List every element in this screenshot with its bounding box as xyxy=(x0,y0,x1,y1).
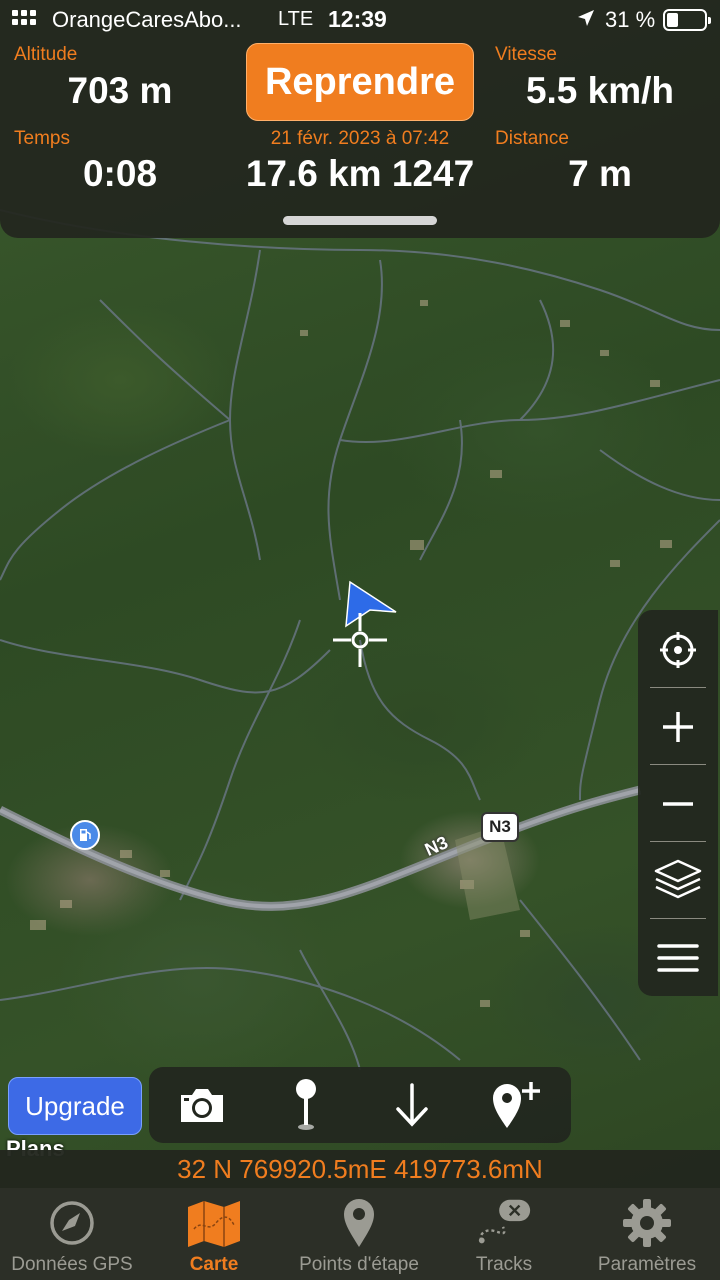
speed-value: 5.5 km/h xyxy=(525,70,675,111)
date-label: 21 févr. 2023 à 07:42 xyxy=(270,128,450,149)
layers-icon xyxy=(654,859,702,899)
waypoint-add-icon xyxy=(493,1082,540,1128)
zoom-out-button[interactable] xyxy=(638,766,718,842)
panel-drag-handle[interactable] xyxy=(283,216,437,225)
battery-percent: 31 % xyxy=(605,7,656,32)
map-controls xyxy=(638,610,718,996)
camera-button[interactable] xyxy=(157,1067,247,1143)
map-toolbar xyxy=(149,1067,571,1143)
crosshair-icon xyxy=(333,613,387,667)
arrow-down-icon xyxy=(396,1083,428,1127)
app-screen: N3 N3 Altitude 703 m Reprendre Vitesse 5… xyxy=(0,0,720,1280)
hamburger-icon xyxy=(657,944,699,972)
camera-icon xyxy=(181,1089,223,1122)
plus-icon xyxy=(663,712,693,742)
map-icon xyxy=(188,1201,240,1247)
zoom-in-button[interactable] xyxy=(638,689,718,765)
pin-icon xyxy=(344,1199,374,1247)
battery-icon xyxy=(663,9,711,31)
network-type: LTE xyxy=(278,8,314,30)
menu-button[interactable] xyxy=(638,920,718,996)
add-waypoint-button[interactable] xyxy=(471,1067,561,1143)
coordinates-display: 32 N 769920.5mE 419773.6mN xyxy=(0,1150,720,1188)
road-shield-n3: N3 xyxy=(481,812,519,842)
track-value: 17.6 km 1247 xyxy=(245,153,475,194)
upgrade-button[interactable]: Upgrade xyxy=(8,1077,142,1135)
fuel-station-icon[interactable] xyxy=(70,820,100,850)
tab-label: Carte xyxy=(189,1254,239,1275)
resume-button[interactable]: Reprendre xyxy=(246,43,474,121)
carrier-name: OrangeCaresAbo... xyxy=(52,7,242,32)
time-value: 0:08 xyxy=(82,153,158,194)
speed-label: Vitesse xyxy=(495,44,557,65)
target-icon xyxy=(660,632,696,668)
distance-value: 7 m xyxy=(568,153,632,194)
minus-icon xyxy=(663,802,693,806)
gear-icon xyxy=(623,1199,671,1247)
tab-tracks[interactable]: Tracks xyxy=(434,1188,574,1280)
location-arrow-icon xyxy=(578,10,594,26)
signal-icon xyxy=(12,10,36,25)
tab-label: Paramètres xyxy=(597,1254,697,1275)
tab-label: Tracks xyxy=(475,1254,533,1275)
download-button[interactable] xyxy=(367,1067,457,1143)
status-bar: OrangeCaresAbo... LTE 12:39 31 % xyxy=(0,0,720,40)
time-label: Temps xyxy=(14,128,70,149)
clock: 12:39 xyxy=(328,6,387,32)
tab-settings[interactable]: Paramètres xyxy=(574,1188,720,1280)
tab-bar: Données GPS Carte Points d'étape Tracks … xyxy=(0,1188,720,1280)
map-pin-icon xyxy=(296,1079,316,1130)
altitude-label: Altitude xyxy=(14,44,78,65)
tab-gps-data[interactable]: Données GPS xyxy=(0,1188,144,1280)
distance-label: Distance xyxy=(495,128,569,149)
tab-label: Données GPS xyxy=(11,1254,133,1275)
compass-icon xyxy=(50,1201,94,1245)
track-icon xyxy=(478,1199,531,1244)
tab-map[interactable]: Carte xyxy=(144,1188,284,1280)
tab-label: Points d'étape xyxy=(299,1254,419,1275)
locate-button[interactable] xyxy=(638,612,718,688)
altitude-value: 703 m xyxy=(67,70,173,111)
map-layers-button[interactable] xyxy=(638,843,718,919)
add-pin-button[interactable] xyxy=(261,1067,351,1143)
tab-waypoints[interactable]: Points d'étape xyxy=(284,1188,434,1280)
